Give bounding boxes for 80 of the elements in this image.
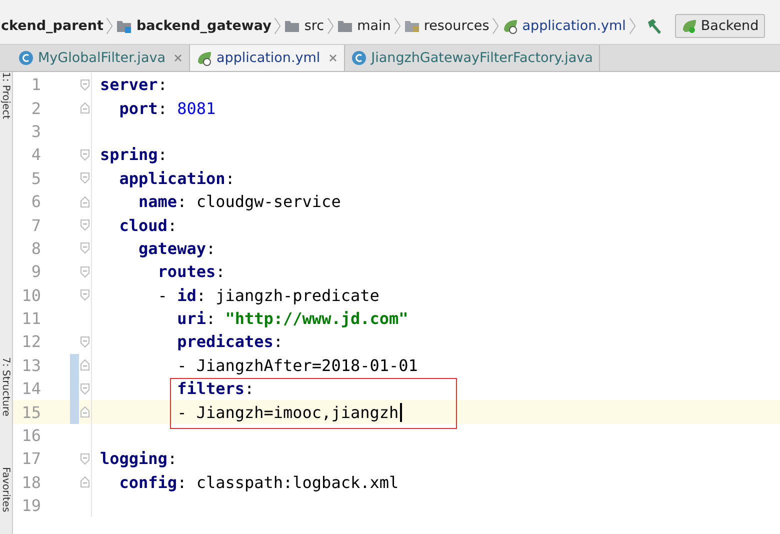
code-line: filters: xyxy=(176,379,254,398)
fold-icon[interactable] xyxy=(80,219,90,232)
folder-icon xyxy=(337,18,354,34)
chevron-icon xyxy=(106,16,114,36)
chevron-icon xyxy=(628,16,636,36)
fold-end-icon[interactable] xyxy=(80,476,90,488)
breadcrumb-item[interactable]: main xyxy=(337,18,391,34)
line-number: 13 xyxy=(20,356,41,375)
breadcrumb-item[interactable]: src xyxy=(284,18,324,34)
code-line: server: xyxy=(99,75,168,94)
code-line: spring: xyxy=(99,145,168,164)
code-line: predicates: xyxy=(176,332,284,352)
line-number: 6 xyxy=(30,192,41,212)
line-number: 14 xyxy=(20,379,41,398)
line-number: 17 xyxy=(20,449,41,468)
fold-icon[interactable] xyxy=(80,452,90,465)
fold-icon[interactable] xyxy=(80,78,90,91)
line-number: 19 xyxy=(20,496,41,516)
line-number: 15 xyxy=(20,402,41,422)
code-line: gateway: xyxy=(138,238,216,258)
tool-window-button[interactable]: 1: Project xyxy=(0,72,11,120)
code-line: - id: jiangzh-predicate xyxy=(156,286,380,305)
text-cursor xyxy=(400,402,402,422)
line-number: 2 xyxy=(30,98,41,118)
fold-end-icon[interactable] xyxy=(80,102,90,114)
line-number: 9 xyxy=(30,262,41,282)
chevron-icon xyxy=(274,16,282,36)
fold-icon[interactable] xyxy=(80,172,90,184)
line-number: 7 xyxy=(30,216,41,235)
code-line: logging: xyxy=(99,449,178,468)
code-line: routes: xyxy=(156,262,226,282)
line-number: 18 xyxy=(20,472,41,492)
code-line: cloud: xyxy=(118,216,178,235)
tool-window-button[interactable]: Favorites xyxy=(0,467,11,512)
fold-end-icon[interactable] xyxy=(80,196,90,208)
line-number: 16 xyxy=(20,426,41,446)
close-icon[interactable] xyxy=(328,53,338,63)
fold-icon[interactable] xyxy=(80,336,90,348)
fold-icon[interactable] xyxy=(80,289,90,302)
code-line: - Jiangzh=imooc,jiangzh xyxy=(92,402,402,422)
fold-icon[interactable] xyxy=(80,242,90,254)
fold-end-icon[interactable] xyxy=(80,406,90,418)
line-number: 3 xyxy=(30,122,41,141)
code-line: uri: "http://www.jd.com" xyxy=(176,309,408,328)
leaf-icon xyxy=(680,18,697,34)
line-number: 1 xyxy=(30,75,41,94)
line-number: 12 xyxy=(20,332,41,352)
module-folder-icon xyxy=(116,18,132,34)
resources-folder-icon xyxy=(404,18,420,34)
chevron-icon xyxy=(492,16,500,36)
line-number: 5 xyxy=(30,168,41,188)
folder-icon xyxy=(284,18,300,34)
line-number: 8 xyxy=(30,238,41,258)
fold-icon[interactable] xyxy=(80,148,90,161)
breadcrumb-item[interactable]: resources xyxy=(404,18,490,34)
fold-icon[interactable] xyxy=(80,266,90,278)
chevron-icon xyxy=(394,16,401,36)
line-number: 4 xyxy=(30,145,41,164)
code-line: config: classpath:logback.xml xyxy=(118,472,399,492)
code-line: application: xyxy=(118,168,235,188)
tool-window-button[interactable]: 7: Structure xyxy=(0,357,11,416)
leaf-icon xyxy=(196,50,212,66)
class-icon xyxy=(18,50,34,66)
editor-tab[interactable]: application.yml xyxy=(190,45,346,71)
code-line: name: cloudgw-service xyxy=(138,192,341,212)
line-number: 10 xyxy=(20,286,41,305)
fold-icon[interactable] xyxy=(80,382,90,395)
chevron-icon xyxy=(327,16,334,36)
breadcrumb-item[interactable]: application.yml xyxy=(502,18,626,34)
leaf-icon xyxy=(502,18,518,34)
code-line: - JiangzhAfter=2018-01-01 xyxy=(176,356,418,375)
close-icon[interactable] xyxy=(173,53,184,63)
code-line: port: 8081 xyxy=(118,98,216,118)
breadcrumb-item[interactable]: backend_gateway xyxy=(116,18,272,34)
run-configuration-button[interactable]: Backend xyxy=(674,14,765,38)
breadcrumb-item[interactable]: ckend_parent xyxy=(1,18,104,34)
fold-end-icon[interactable] xyxy=(80,359,90,372)
class-icon xyxy=(351,50,368,66)
line-number: 11 xyxy=(20,309,41,328)
editor-tab[interactable]: JiangzhGatewayFilterFactory.java xyxy=(345,45,600,71)
